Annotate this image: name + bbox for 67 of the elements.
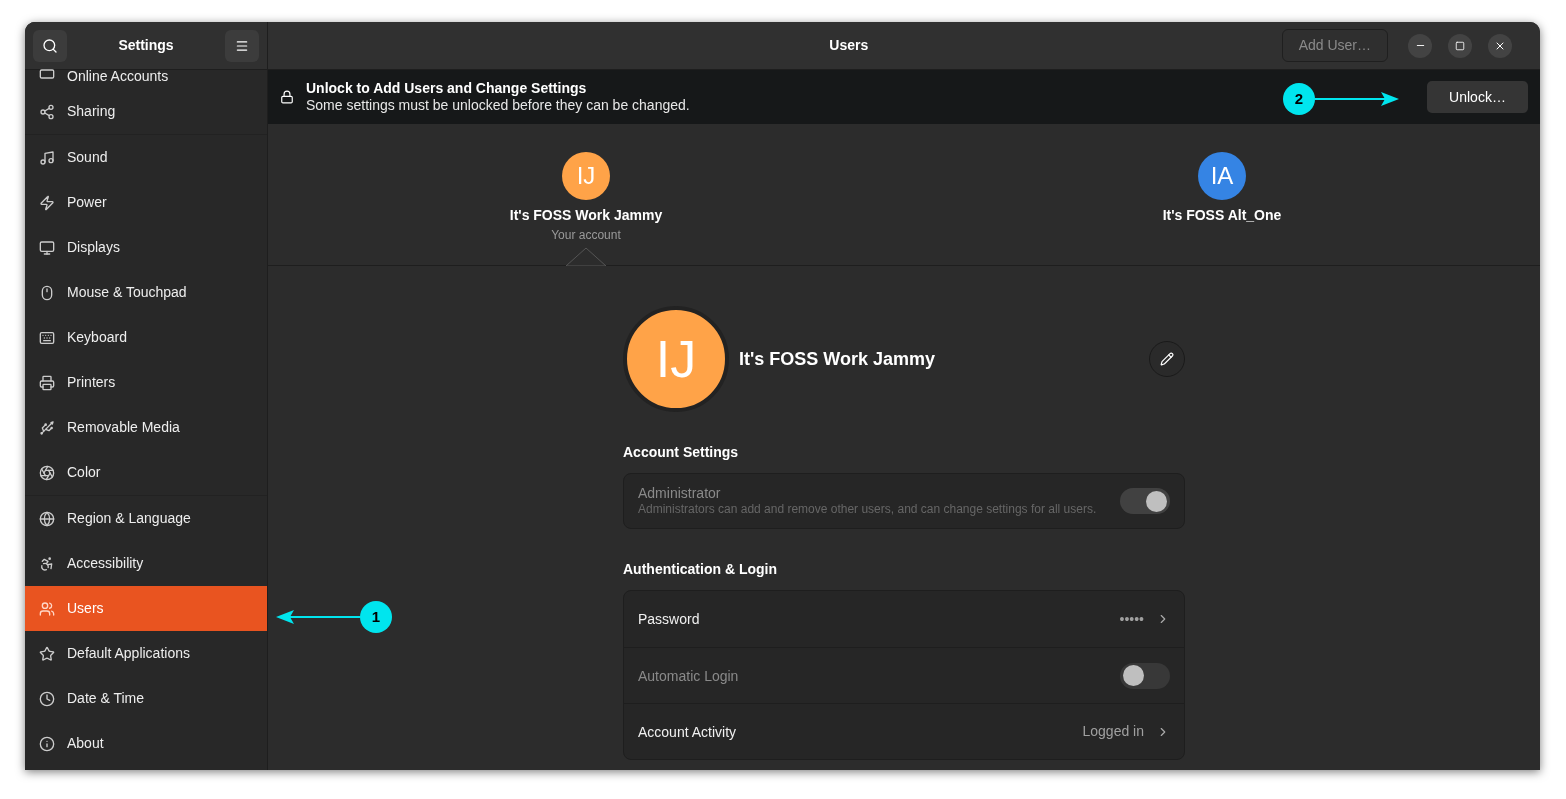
section-title: Authentication & Login bbox=[623, 560, 778, 579]
pencil-icon bbox=[1160, 352, 1174, 366]
unlock-button[interactable]: Unlock… bbox=[1427, 81, 1528, 113]
row-value: Logged in bbox=[1082, 722, 1144, 741]
sidebar-item[interactable]: Default Applications bbox=[25, 631, 267, 676]
sidebar-item[interactable]: Power bbox=[25, 180, 267, 225]
sidebar-icon bbox=[39, 645, 55, 662]
sidebar-icon bbox=[39, 555, 55, 572]
search-icon bbox=[42, 37, 58, 54]
close-button[interactable] bbox=[1488, 33, 1512, 58]
user-name: It's FOSS Work Jammy bbox=[509, 206, 663, 225]
sidebar-title: Settings bbox=[118, 36, 174, 55]
user-tile[interactable]: IA It's FOSS Alt_One bbox=[904, 124, 1540, 265]
user-tile[interactable]: IJ It's FOSS Work Jammy Your account bbox=[268, 124, 904, 265]
page-title: Users bbox=[828, 36, 870, 55]
sidebar-icon bbox=[39, 735, 55, 752]
add-user-button[interactable]: Add User… bbox=[1281, 29, 1388, 62]
sidebar-icon bbox=[39, 510, 55, 527]
sidebar-item[interactable]: About bbox=[25, 721, 267, 766]
sidebar-icon bbox=[39, 66, 55, 82]
sidebar-item[interactable]: Displays bbox=[25, 225, 267, 270]
sidebar-item[interactable]: Date & Time bbox=[25, 676, 267, 721]
sidebar-item[interactable]: Accessibility bbox=[25, 541, 267, 586]
sidebar-icon bbox=[39, 464, 55, 481]
banner-subtitle: Some settings must be unlocked before they can be changed. bbox=[306, 97, 690, 114]
sidebar-icon bbox=[39, 284, 55, 301]
user-avatar: IJ bbox=[562, 152, 610, 200]
maximize-button[interactable] bbox=[1448, 33, 1472, 58]
maximize-icon bbox=[1455, 40, 1465, 51]
sidebar-item[interactable]: Region & Language bbox=[25, 496, 267, 541]
sidebar-icon bbox=[39, 103, 55, 120]
settings-row[interactable]: Password ••••• bbox=[624, 591, 1184, 647]
row-label: Administrator bbox=[638, 485, 722, 501]
user-subtitle: Your account bbox=[551, 227, 621, 244]
sidebar-item[interactable]: Mouse & Touchpad bbox=[25, 270, 267, 315]
sidebar-item[interactable]: Keyboard bbox=[25, 315, 267, 360]
row-description: Administrators can add and remove other users, and can change settings for all users. bbox=[638, 501, 1098, 517]
menu-icon bbox=[235, 38, 249, 53]
row-label: Automatic Login bbox=[638, 667, 740, 684]
sidebar-icon bbox=[39, 374, 55, 391]
menu-button[interactable] bbox=[225, 29, 259, 62]
sidebar-icon bbox=[39, 690, 55, 707]
sidebar-item[interactable]: Users bbox=[25, 586, 267, 631]
sidebar-item[interactable]: Color bbox=[25, 450, 267, 495]
sidebar-icon bbox=[39, 149, 55, 166]
sidebar-icon bbox=[39, 194, 55, 211]
sidebar-icon bbox=[39, 239, 55, 256]
sidebar-item[interactable]: Sound bbox=[25, 135, 267, 180]
banner-title: Unlock to Add Users and Change Settings bbox=[306, 80, 588, 97]
sidebar-item[interactable]: Sharing bbox=[25, 89, 267, 134]
profile-name: It's FOSS Work Jammy bbox=[739, 347, 936, 371]
row-value: ••••• bbox=[1119, 609, 1144, 629]
row-label: Password bbox=[638, 611, 701, 627]
sidebar-item[interactable]: Online Accounts bbox=[25, 66, 267, 89]
settings-row[interactable]: Account Activity Logged in bbox=[624, 703, 1184, 759]
sidebar-icon bbox=[39, 419, 55, 436]
user-avatar: IA bbox=[1198, 152, 1246, 200]
row-label: Account Activity bbox=[638, 723, 738, 740]
search-button[interactable] bbox=[33, 29, 67, 62]
sidebar-item[interactable]: Printers bbox=[25, 360, 267, 405]
lock-icon bbox=[280, 90, 294, 104]
sidebar-icon bbox=[39, 329, 55, 346]
user-name: It's FOSS Alt_One bbox=[1162, 206, 1282, 225]
section-title: Account Settings bbox=[623, 443, 740, 462]
sidebar-item[interactable]: Removable Media bbox=[25, 405, 267, 450]
edit-button[interactable] bbox=[1149, 341, 1185, 377]
sidebar-icon bbox=[39, 600, 55, 617]
